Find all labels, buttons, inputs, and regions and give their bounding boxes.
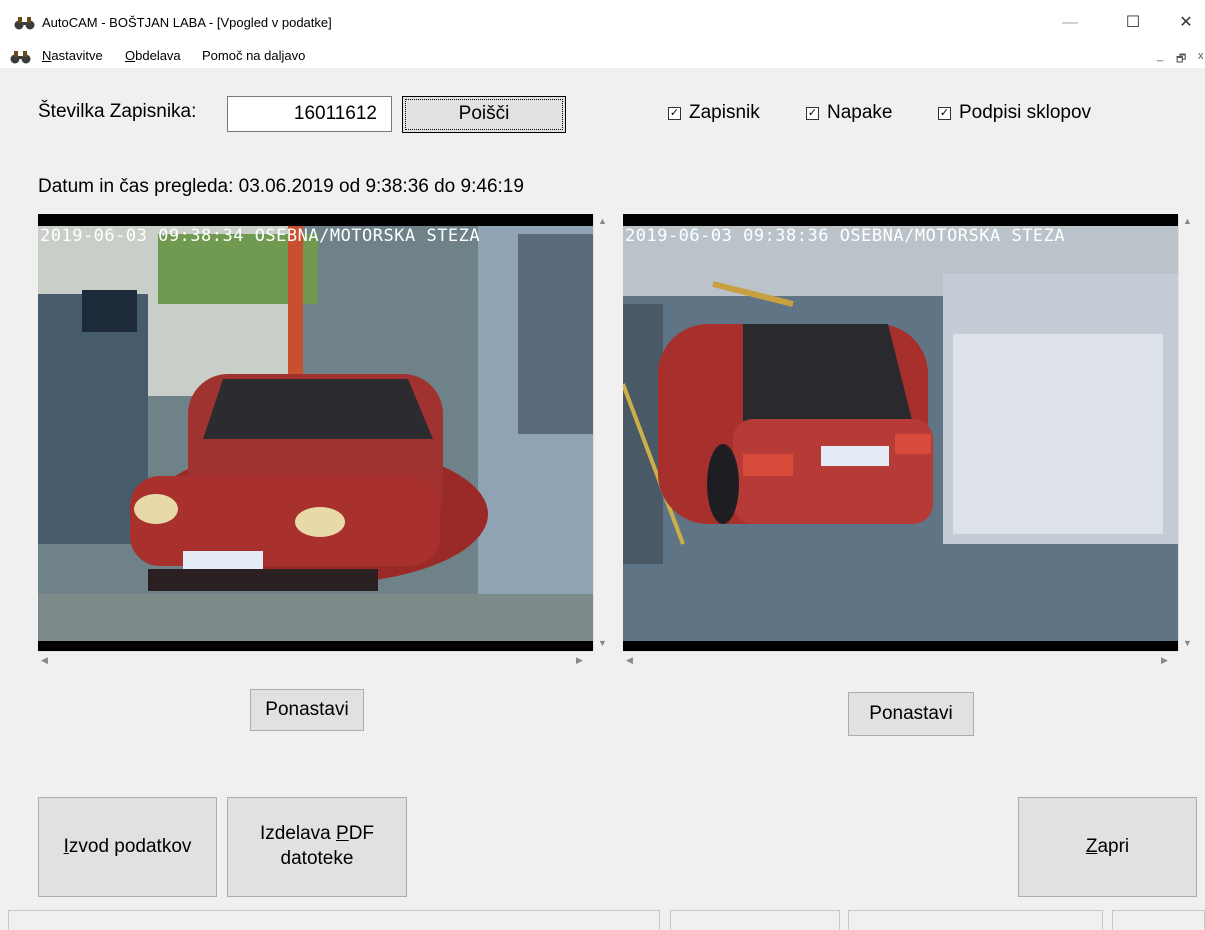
scroll-up-icon[interactable]: ▲ [1183,216,1192,226]
menu-pomoc-na-daljavo[interactable]: Pomoč na daljavo [202,48,305,63]
vertical-scrollbar-rear[interactable]: ▲ ▼ [1178,214,1196,651]
reset-button-rear[interactable]: Ponastavi [848,692,974,736]
menu-nastavitve[interactable]: Nastavitve [42,48,103,63]
window-title: AutoCAM - BOŠTJAN LABA - [Vpogled v poda… [42,15,332,30]
car-front-photo [38,214,593,641]
status-pane-2 [670,910,840,930]
checkbox-check-icon: ✓ [938,107,951,120]
status-pane-1 [8,910,660,930]
image-timestamp: 2019-06-03 09:38:34 OSEBNA/MOTORSKA STEZ… [40,226,481,246]
scroll-right-icon[interactable]: ▶ [1161,655,1168,666]
scroll-right-icon[interactable]: ▶ [576,655,583,666]
checkbox-check-icon: ✓ [668,107,681,120]
inspection-datetime: Datum in čas pregleda: 03.06.2019 od 9:3… [38,176,524,197]
mdi-close-button[interactable]: x [1198,50,1204,62]
export-data-button[interactable]: Izvod podatkov [38,797,217,897]
minimize-button[interactable]: — [1050,8,1090,38]
record-number-label: Številka Zapisnika: [38,101,197,122]
status-pane-3 [848,910,1103,930]
camera-image-rear[interactable]: 2019-06-03 09:38:36 OSEBNA/MOTORSKA STEZ… [623,214,1178,651]
horizontal-scrollbar-rear[interactable]: ◀ ▶ [623,651,1178,669]
record-number-input[interactable]: 16011612 [227,96,392,132]
image-bottom-bar [38,641,593,651]
scroll-down-icon[interactable]: ▼ [598,638,607,648]
mdi-minimize-button[interactable]: _ [1157,50,1163,62]
close-button[interactable]: Zapri [1018,797,1197,897]
checkbox-podpisi-sklopov[interactable]: ✓ Podpisi sklopov [938,102,1091,124]
mdi-restore-button[interactable]: 🗗 [1176,50,1186,69]
image-bottom-bar [623,641,1178,651]
scroll-up-icon[interactable]: ▲ [598,216,607,226]
menu-obdelava[interactable]: Obdelava [125,48,181,63]
camera-image-front[interactable]: 2019-06-03 09:38:34 OSEBNA/MOTORSKA STEZ… [38,214,593,651]
close-window-button[interactable]: ✕ [1166,8,1205,38]
title-bar: AutoCAM - BOŠTJAN LABA - [Vpogled v poda… [0,0,1205,44]
reset-button-front[interactable]: Ponastavi [250,689,364,731]
image-timestamp: 2019-06-03 09:38:36 OSEBNA/MOTORSKA STEZ… [625,226,1066,246]
vertical-scrollbar-front[interactable]: ▲ ▼ [593,214,611,651]
scroll-left-icon[interactable]: ◀ [626,655,633,666]
binoculars-icon [14,17,35,30]
menu-bar: Nastavitve Obdelava Pomoč na daljavo _ 🗗… [0,44,1205,68]
car-rear-photo [623,214,1178,641]
binoculars-icon [10,51,31,64]
search-button[interactable]: Poišči [402,96,566,133]
scroll-left-icon[interactable]: ◀ [41,655,48,666]
scroll-down-icon[interactable]: ▼ [1183,638,1192,648]
checkbox-zapisnik[interactable]: ✓ Zapisnik [668,102,760,124]
create-pdf-button[interactable]: Izdelava PDF datoteke [227,797,407,897]
horizontal-scrollbar-front[interactable]: ◀ ▶ [38,651,593,669]
maximize-button[interactable]: ☐ [1113,8,1153,38]
checkbox-check-icon: ✓ [806,107,819,120]
status-pane-4 [1112,910,1205,930]
checkbox-napake[interactable]: ✓ Napake [806,102,893,124]
